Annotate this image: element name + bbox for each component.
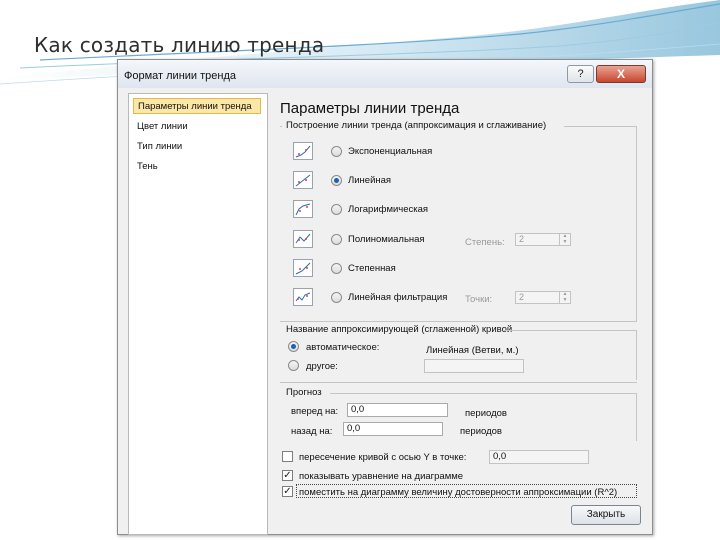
- forward-input[interactable]: 0,0: [347, 403, 448, 417]
- name-custom-label: другое:: [306, 361, 338, 372]
- nav-item-line-style[interactable]: Тип линии: [137, 141, 182, 152]
- exponential-trend-icon: [293, 142, 313, 160]
- polynomial-label: Полиномиальная: [348, 234, 425, 245]
- power-radio[interactable]: [331, 263, 342, 274]
- name-group-label: Название аппроксимирующей (сглаженной) к…: [286, 324, 513, 335]
- show-equation-checkbox[interactable]: ✓: [282, 470, 293, 481]
- logarithmic-label: Логарифмическая: [348, 204, 429, 215]
- backward-label: назад на:: [291, 426, 333, 437]
- nav-item-line-color[interactable]: Цвет линии: [137, 121, 188, 132]
- power-trend-icon: [293, 259, 313, 277]
- category-list: Параметры линии тренда Цвет линии Тип ли…: [128, 93, 268, 535]
- stepper-arrows-icon: ▲ ▼: [559, 291, 570, 303]
- show-equation-label: показывать уравнение на диаграмме: [299, 471, 464, 482]
- format-trendline-dialog: Формат линии тренда ? X Параметры линии …: [117, 59, 653, 535]
- forward-label: вперед на:: [291, 406, 339, 417]
- trend-group-label: Построение линии тренда (аппроксимация и…: [286, 120, 547, 131]
- degree-value: 2: [519, 234, 525, 244]
- name-auto-value: Линейная (Ветви, м.): [426, 345, 519, 356]
- slide-title: Как создать линию тренда: [34, 33, 325, 57]
- moving-average-label: Линейная фильтрация: [348, 292, 448, 303]
- name-auto-label: автоматическое:: [306, 342, 380, 353]
- nav-item-shadow[interactable]: Тень: [137, 161, 158, 172]
- close-button[interactable]: Закрыть: [571, 505, 641, 525]
- show-r2-label: поместить на диаграмму величину достовер…: [299, 487, 618, 498]
- points-value: 2: [519, 292, 525, 302]
- exponential-radio[interactable]: [331, 146, 342, 157]
- intercept-checkbox[interactable]: [282, 451, 293, 462]
- close-window-button[interactable]: X: [596, 65, 646, 83]
- points-label: Точки:: [465, 294, 493, 305]
- help-button[interactable]: ?: [567, 65, 594, 83]
- linear-radio[interactable]: [331, 175, 342, 186]
- section-title: Параметры линии тренда: [280, 100, 460, 117]
- power-label: Степенная: [348, 263, 396, 274]
- degree-stepper[interactable]: 2 ▲ ▼: [515, 233, 571, 246]
- exponential-label: Экспоненциальная: [348, 146, 433, 157]
- intercept-input[interactable]: 0,0: [489, 450, 589, 464]
- nav-item-trendline-options[interactable]: Параметры линии тренда: [133, 98, 261, 114]
- forward-periods-label: периодов: [465, 408, 507, 419]
- polynomial-radio[interactable]: [331, 234, 342, 245]
- dialog-title: Формат линии тренда: [124, 70, 236, 82]
- linear-label: Линейная: [348, 175, 392, 186]
- moving-average-trend-icon: [293, 288, 313, 306]
- show-r2-checkbox[interactable]: ✓: [282, 486, 293, 497]
- logarithmic-radio[interactable]: [331, 204, 342, 215]
- name-custom-input[interactable]: [424, 359, 524, 373]
- linear-trend-icon: [293, 171, 313, 189]
- forecast-label: Прогноз: [286, 387, 322, 398]
- stepper-arrows-icon: ▲ ▼: [559, 233, 570, 245]
- name-custom-radio[interactable]: [288, 360, 299, 371]
- polynomial-trend-icon: [293, 230, 313, 248]
- logarithmic-trend-icon: [293, 200, 313, 218]
- name-auto-radio[interactable]: [288, 341, 299, 352]
- backward-input[interactable]: 0,0: [343, 422, 443, 436]
- backward-periods-label: периодов: [460, 426, 502, 437]
- dialog-titlebar: Формат линии тренда ? X: [118, 60, 652, 88]
- degree-label: Степень:: [465, 237, 505, 248]
- intercept-label: пересечение кривой с осью Y в точке:: [299, 452, 467, 463]
- points-stepper[interactable]: 2 ▲ ▼: [515, 291, 571, 304]
- moving-average-radio[interactable]: [331, 292, 342, 303]
